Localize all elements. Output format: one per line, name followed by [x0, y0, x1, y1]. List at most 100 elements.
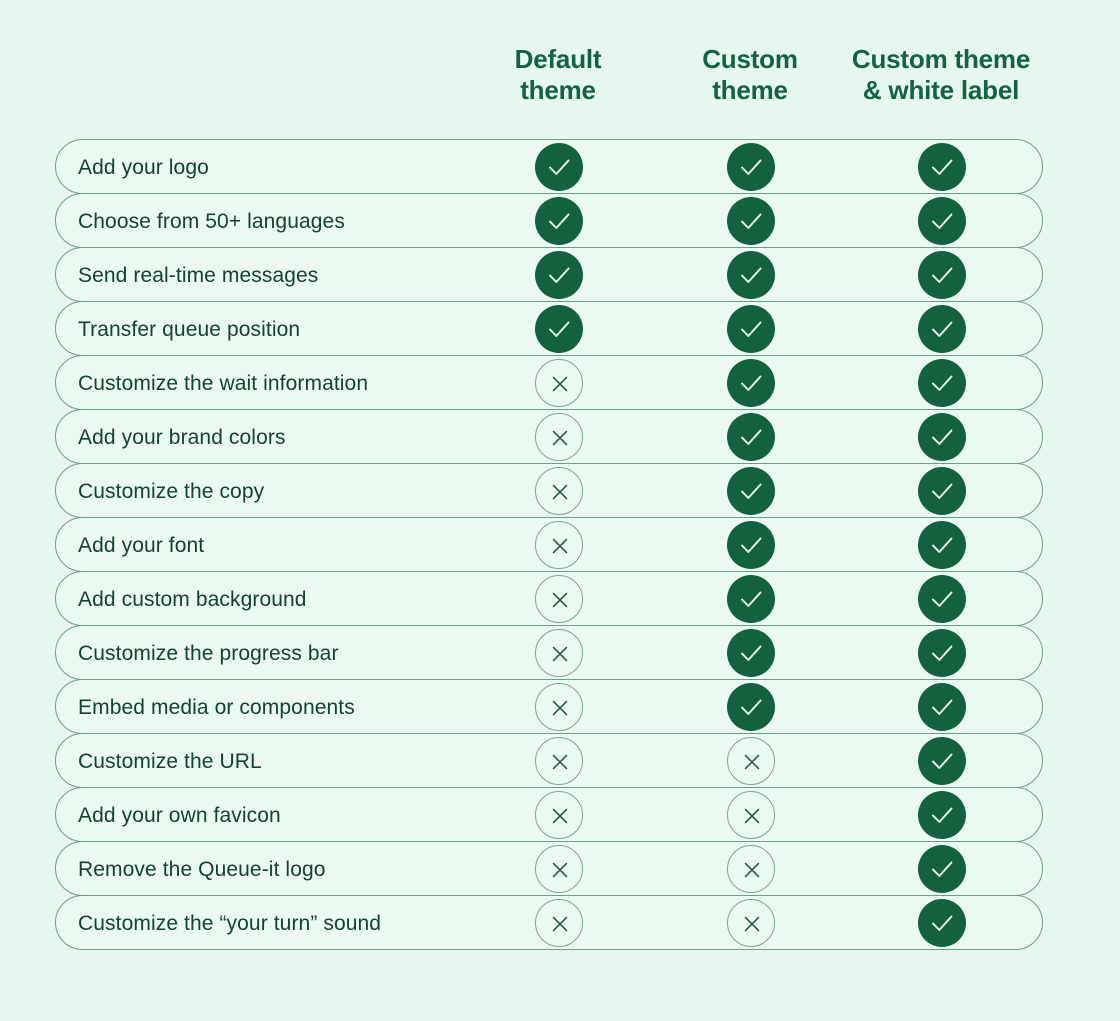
- cross-icon: [535, 574, 583, 623]
- check-icon: [918, 142, 966, 191]
- table-row: Customize the copy: [55, 463, 1043, 518]
- check-icon: [918, 574, 966, 623]
- feature-label: Choose from 50+ languages: [78, 210, 345, 233]
- check-icon: [727, 196, 775, 245]
- feature-row-list: Add your logo Choose from 50+ languages Se…: [55, 139, 1043, 950]
- feature-cell: [918, 358, 966, 407]
- feature-label: Add your logo: [78, 156, 209, 179]
- check-icon: [918, 304, 966, 353]
- table-row: Add custom background: [55, 571, 1043, 626]
- feature-cell: [727, 304, 775, 353]
- check-icon: [918, 844, 966, 893]
- feature-cell: [535, 682, 583, 731]
- check-icon: [918, 520, 966, 569]
- table-column-headers: Default theme Custom theme Custom theme …: [0, 44, 1120, 124]
- check-icon: [727, 520, 775, 569]
- feature-cell: [918, 142, 966, 191]
- feature-cell: [727, 628, 775, 677]
- feature-cell: [918, 412, 966, 461]
- feature-cell: [535, 358, 583, 407]
- table-row: Add your font: [55, 517, 1043, 572]
- feature-cell: [918, 520, 966, 569]
- feature-label: Add custom background: [78, 588, 307, 611]
- feature-cell: [535, 142, 583, 191]
- check-icon: [918, 682, 966, 731]
- check-icon: [727, 466, 775, 515]
- feature-cell: [918, 466, 966, 515]
- feature-label: Transfer queue position: [78, 318, 301, 341]
- cross-icon: [535, 736, 583, 785]
- feature-label: Add your brand colors: [78, 426, 286, 449]
- table-row: Add your logo: [55, 139, 1043, 194]
- check-icon: [727, 628, 775, 677]
- check-icon: [918, 250, 966, 299]
- check-icon: [727, 304, 775, 353]
- feature-cell: [535, 898, 583, 947]
- table-row: Choose from 50+ languages: [55, 193, 1043, 248]
- cross-icon: [535, 520, 583, 569]
- table-row: Add your brand colors: [55, 409, 1043, 464]
- cross-icon: [727, 736, 775, 785]
- table-row: Send real-time messages: [55, 247, 1043, 302]
- feature-label: Customize the copy: [78, 480, 265, 503]
- check-icon: [535, 142, 583, 191]
- feature-cell: [918, 844, 966, 893]
- feature-cell: [727, 574, 775, 623]
- feature-cell: [727, 142, 775, 191]
- cross-icon: [535, 898, 583, 947]
- table-row: Customize the progress bar: [55, 625, 1043, 680]
- check-icon: [535, 250, 583, 299]
- feature-cell: [727, 736, 775, 785]
- feature-cell: [535, 412, 583, 461]
- cross-icon: [727, 790, 775, 839]
- feature-cell: [727, 682, 775, 731]
- feature-cell: [918, 304, 966, 353]
- feature-cell: [918, 196, 966, 245]
- feature-label: Customize the wait information: [78, 372, 369, 395]
- feature-cell: [535, 628, 583, 677]
- feature-label: Add your own favicon: [78, 804, 281, 827]
- feature-cell: [727, 790, 775, 839]
- feature-cell: [727, 250, 775, 299]
- feature-cell: [535, 844, 583, 893]
- feature-cell: [918, 628, 966, 677]
- check-icon: [727, 358, 775, 407]
- check-icon: [918, 412, 966, 461]
- feature-cell: [918, 736, 966, 785]
- table-row: Customize the “your turn” sound: [55, 895, 1043, 950]
- check-icon: [535, 304, 583, 353]
- feature-comparison-table: Default theme Custom theme Custom theme …: [0, 0, 1120, 1021]
- cross-icon: [535, 358, 583, 407]
- column-header-custom-theme-white-label: Custom theme & white label: [851, 44, 1031, 105]
- cross-icon: [727, 898, 775, 947]
- feature-cell: [535, 304, 583, 353]
- feature-cell: [535, 250, 583, 299]
- check-icon: [727, 250, 775, 299]
- check-icon: [918, 466, 966, 515]
- cross-icon: [535, 466, 583, 515]
- feature-label: Add your font: [78, 534, 205, 557]
- check-icon: [918, 736, 966, 785]
- feature-cell: [727, 466, 775, 515]
- cross-icon: [535, 844, 583, 893]
- check-icon: [918, 358, 966, 407]
- feature-label: Customize the URL: [78, 750, 262, 773]
- cross-icon: [535, 412, 583, 461]
- table-row: Transfer queue position: [55, 301, 1043, 356]
- feature-cell: [535, 736, 583, 785]
- table-row: Embed media or components: [55, 679, 1043, 734]
- feature-label: Customize the “your turn” sound: [78, 912, 382, 935]
- check-icon: [727, 412, 775, 461]
- feature-cell: [535, 574, 583, 623]
- feature-cell: [918, 898, 966, 947]
- feature-cell: [727, 898, 775, 947]
- feature-label: Embed media or components: [78, 696, 355, 719]
- cross-icon: [535, 682, 583, 731]
- feature-cell: [727, 844, 775, 893]
- column-header-default-theme: Default theme: [514, 44, 602, 105]
- cross-icon: [535, 790, 583, 839]
- check-icon: [918, 898, 966, 947]
- check-icon: [918, 628, 966, 677]
- check-icon: [727, 142, 775, 191]
- feature-cell: [918, 682, 966, 731]
